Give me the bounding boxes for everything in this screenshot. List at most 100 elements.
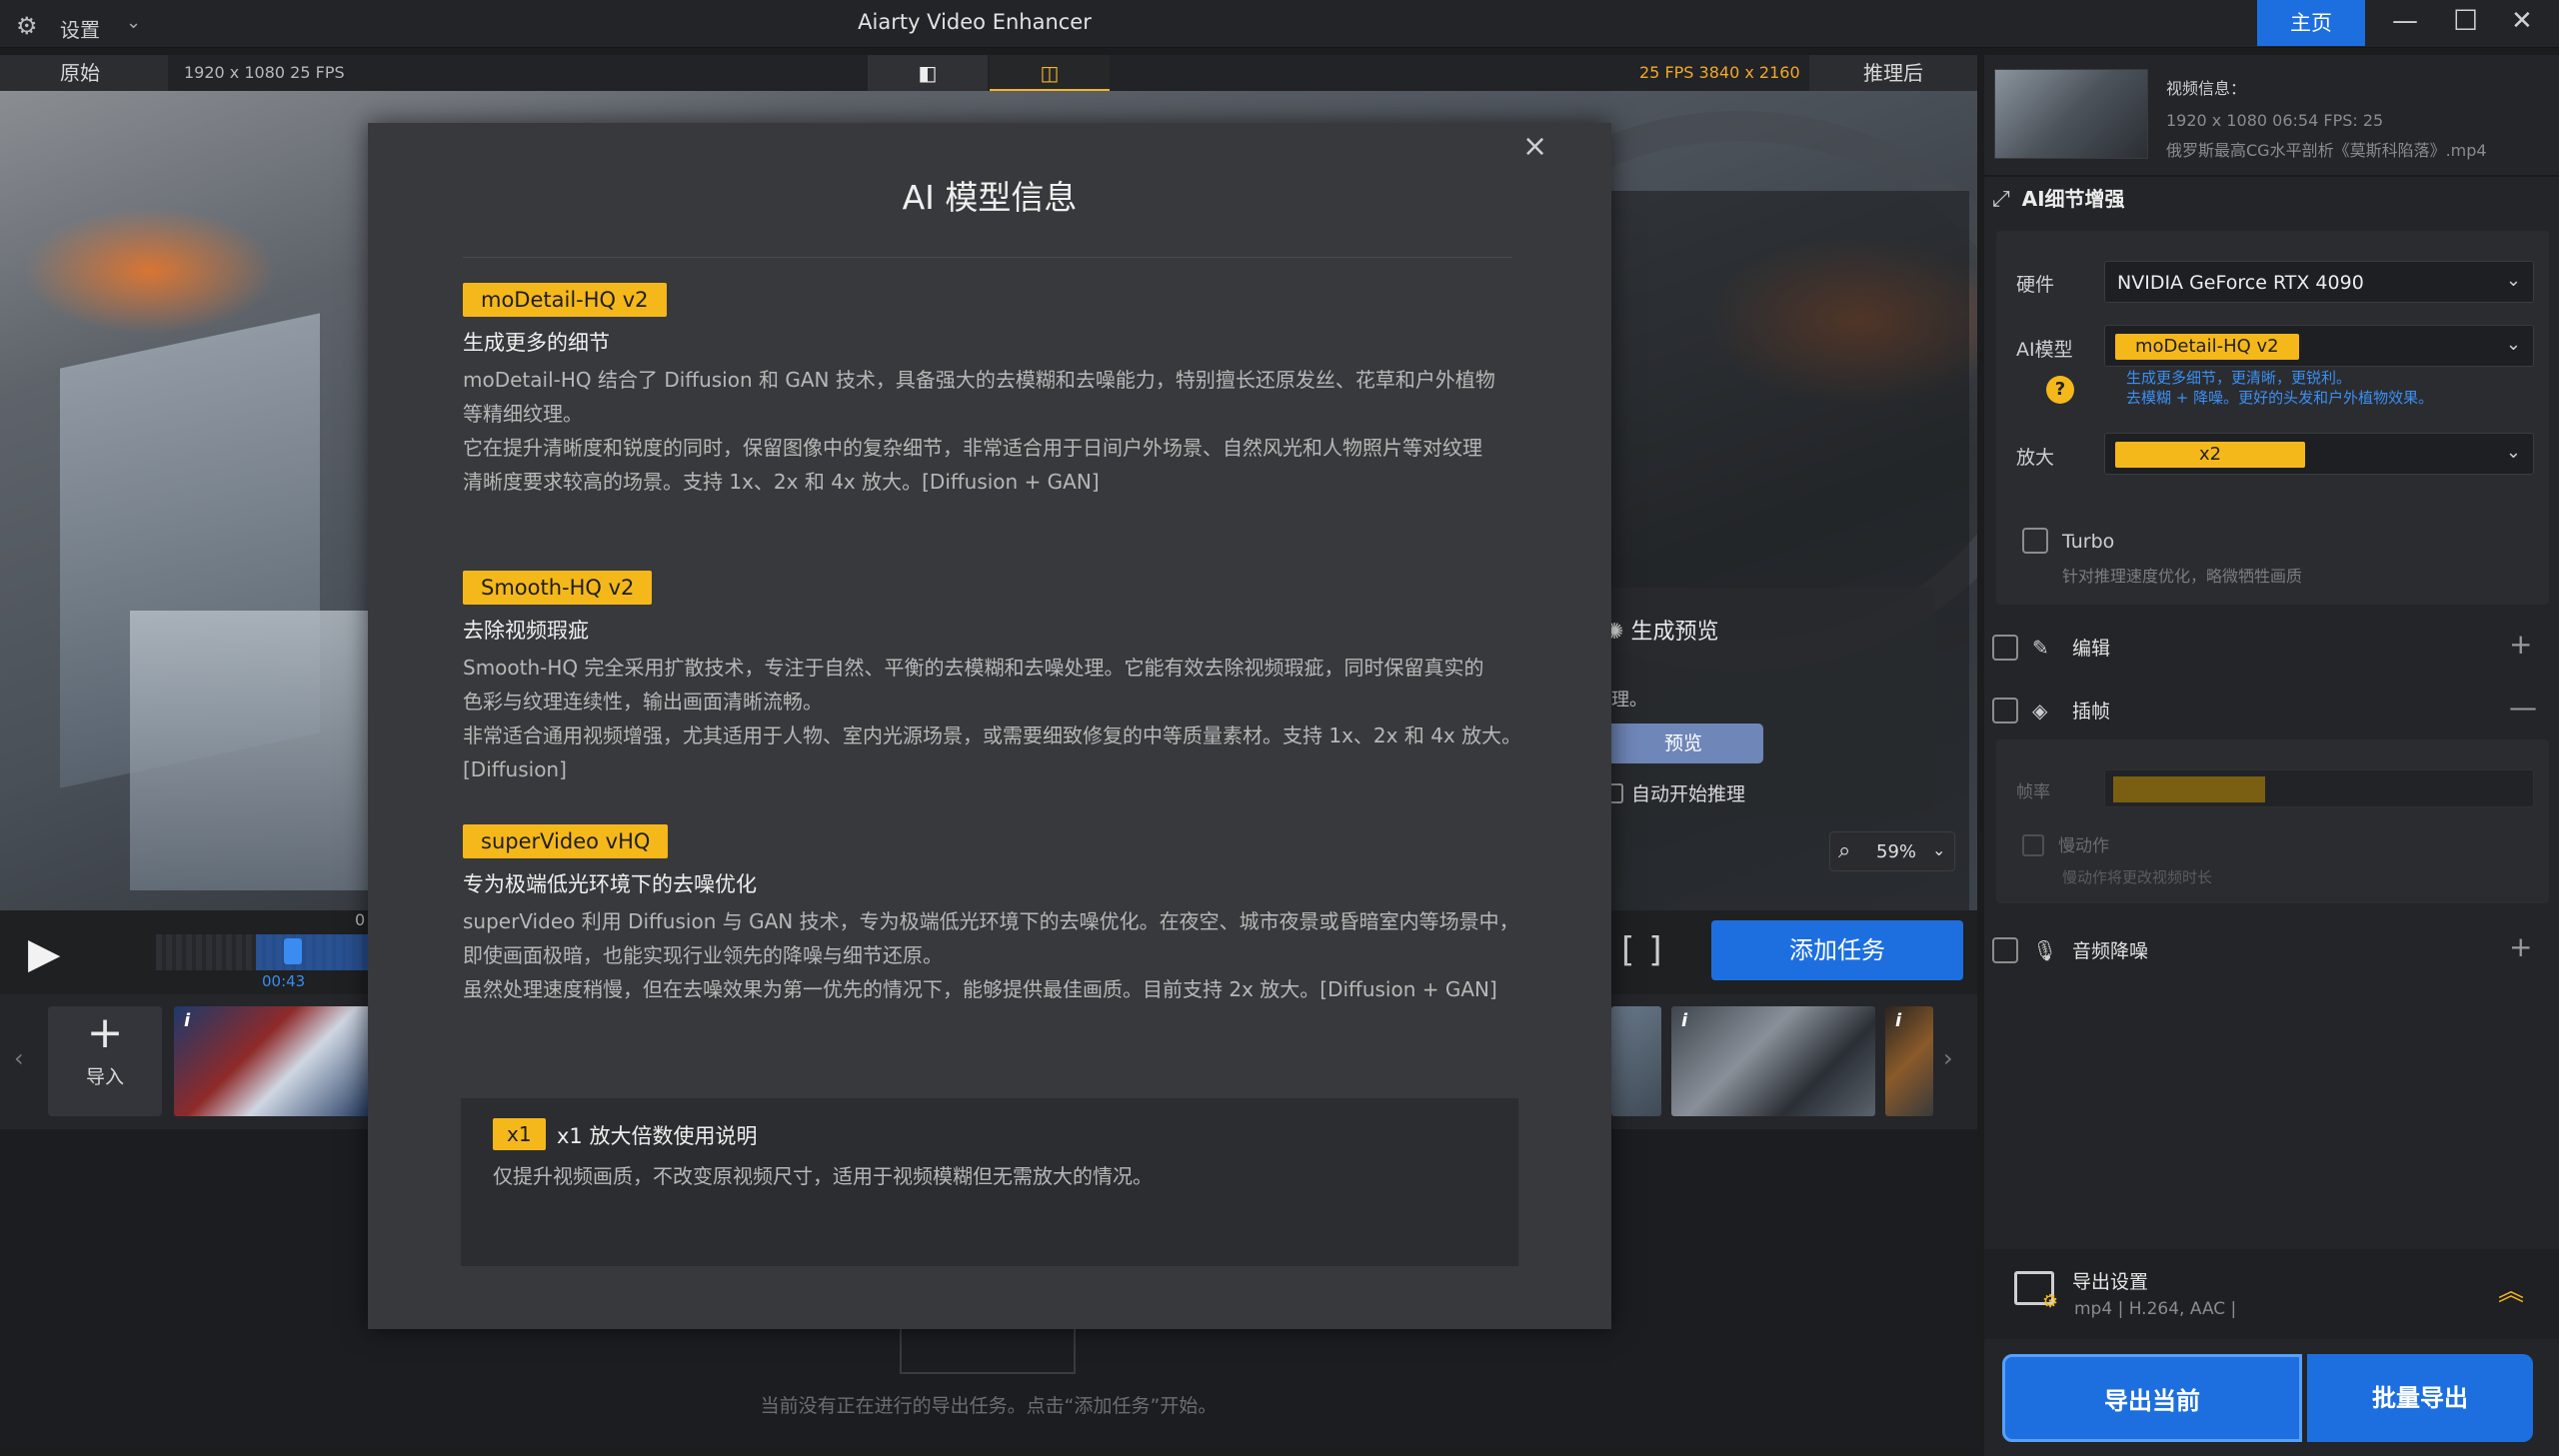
zoom-icon: ⌕ xyxy=(1838,838,1851,863)
video-meta: 1920 x 1080 06:54 FPS: 25 xyxy=(2166,111,2384,130)
generate-preview-desc: 理。 xyxy=(1611,690,1647,711)
export-current-button[interactable]: 导出当前 xyxy=(2002,1354,2302,1442)
trim-brackets-icon[interactable]: [] xyxy=(1621,930,1676,970)
tab-original[interactable]: 原始 xyxy=(0,55,168,91)
tab-after-inference[interactable]: 推理后 xyxy=(1809,55,1977,91)
model-description: superVideo 利用 Diffusion 与 GAN 技术，专为极端低光环… xyxy=(463,904,1542,1006)
edit-feature-row[interactable]: ✎ 编辑 xyxy=(1992,634,2110,661)
zoom-select[interactable]: ⌕ 59% ⌄ xyxy=(1829,831,1955,871)
auto-start-checkbox[interactable]: 自动开始推理 xyxy=(1603,779,1745,806)
ai-model-label: AI模型 xyxy=(2016,339,2073,361)
add-task-button[interactable]: 添加任务 xyxy=(1711,920,1963,980)
frame-rate-label: 帧率 xyxy=(2016,782,2050,802)
model-description-line: moDetail-HQ 结合了 Diffusion 和 GAN 技术，具备强大的… xyxy=(463,368,1495,392)
import-button[interactable]: + 导入 xyxy=(48,1006,162,1116)
timeline-tick: 0 xyxy=(355,910,366,929)
checkbox-icon[interactable] xyxy=(1992,635,2018,661)
expand-plus-icon[interactable]: + xyxy=(2509,930,2532,963)
minimize-icon[interactable]: — xyxy=(2392,6,2418,36)
slow-motion-label: 慢动作 xyxy=(2058,836,2109,856)
ai-model-description: 生成更多细节，更清晰，更锐利。 去模糊 + 降噪。更好的头发和户外植物效果。 xyxy=(2126,368,2433,408)
model-subtitle: 生成更多的细节 xyxy=(463,331,610,355)
help-icon[interactable]: ? xyxy=(2046,376,2074,404)
import-label: 导入 xyxy=(85,1066,124,1088)
playhead-handle[interactable] xyxy=(284,938,302,964)
collapse-minus-icon[interactable]: — xyxy=(2509,691,2537,724)
close-icon[interactable]: × xyxy=(1522,129,1547,164)
model-description-line: 虽然处理速度稍慢，但在去噪效果为第一优先的情况下，能够提供最佳画质。目前支持 2… xyxy=(463,977,1497,1001)
single-view-toggle-icon[interactable]: ◧ xyxy=(868,55,988,91)
interpolation-label: 插帧 xyxy=(2072,701,2111,723)
model-description: moDetail-HQ 结合了 Diffusion 和 GAN 技术，具备强大的… xyxy=(463,363,1542,499)
ai-model-desc-line: 去模糊 + 降噪。更好的头发和户外植物效果。 xyxy=(2126,389,2434,407)
video-info-label: 视频信息： xyxy=(2166,79,2247,98)
model-description-line: [Diffusion] xyxy=(463,757,567,781)
auto-start-label: 自动开始推理 xyxy=(1631,783,1746,805)
scale-tag: x2 xyxy=(2115,442,2305,468)
ai-model-desc-line: 生成更多细节，更清晰，更锐利。 xyxy=(2126,369,2352,387)
checkbox-icon[interactable] xyxy=(1992,937,2018,963)
video-thumbnail[interactable] xyxy=(1611,1006,1661,1116)
microphone-icon: 🎙 xyxy=(2032,938,2058,962)
checkbox-icon[interactable] xyxy=(1992,698,2018,724)
x1-tag: x1 xyxy=(493,1118,546,1150)
audio-denoise-label: 音频降噪 xyxy=(2072,940,2149,962)
split-view-toggle-icon[interactable]: ◫ xyxy=(990,55,1110,91)
play-icon[interactable]: ▶ xyxy=(28,928,60,977)
model-description-line: superVideo 利用 Diffusion 与 GAN 技术，专为极端低光环… xyxy=(463,909,1519,933)
checkbox-icon xyxy=(2022,834,2044,856)
model-tag: Smooth-HQ v2 xyxy=(463,571,653,605)
original-info: 1920 x 1080 25 FPS xyxy=(184,63,345,82)
expand-plus-icon[interactable]: + xyxy=(2509,628,2532,661)
model-tag: moDetail-HQ v2 xyxy=(463,283,667,317)
turbo-checkbox[interactable]: Turbo xyxy=(2022,528,2114,554)
checkbox-icon[interactable] xyxy=(2022,528,2048,554)
info-icon[interactable]: i xyxy=(184,1010,190,1031)
turbo-label: Turbo xyxy=(2062,531,2115,553)
preview-button[interactable]: 预览 xyxy=(1603,724,1763,763)
model-entry-modetail: moDetail-HQ v2 生成更多的细节 moDetail-HQ 结合了 D… xyxy=(463,283,1542,499)
interpolation-feature-row[interactable]: ◈ 插帧 xyxy=(1992,697,2110,724)
divider xyxy=(463,257,1512,258)
ai-model-select[interactable]: moDetail-HQ v2 ⌄ xyxy=(2104,325,2534,367)
gear-icon: ⚙ xyxy=(2042,1291,2059,1312)
double-chevron-up-icon[interactable]: ︽ xyxy=(2498,1271,2524,1308)
scale-select[interactable]: x2 ⌄ xyxy=(2104,433,2534,475)
model-tag: superVideo vHQ xyxy=(463,824,669,858)
batch-export-button[interactable]: 批量导出 xyxy=(2307,1354,2533,1442)
export-settings[interactable]: ⚙ 导出设置 mp4 | H.264, AAC | ︽ xyxy=(1984,1249,2559,1339)
model-description-line: 它在提升清晰度和锐度的同时，保留图像中的复杂细节，非常适合用于日间户外场景、自然… xyxy=(463,436,1482,460)
timeline-selection[interactable] xyxy=(256,934,376,970)
maximize-icon[interactable]: ☐ xyxy=(2453,4,2478,37)
app-title: Aiarty Video Enhancer xyxy=(858,10,1092,34)
info-icon[interactable]: i xyxy=(1895,1010,1901,1031)
chevron-down-icon: ⌄ xyxy=(2505,442,2521,463)
video-thumbnail[interactable]: i xyxy=(1885,1006,1933,1116)
home-button[interactable]: 主页 xyxy=(2257,0,2365,46)
chevron-down-icon: ⌄ xyxy=(1932,840,1946,859)
export-settings-title: 导出设置 xyxy=(2072,1271,2149,1293)
hardware-label: 硬件 xyxy=(2016,274,2055,296)
close-window-icon[interactable]: ✕ xyxy=(2511,6,2533,36)
plus-icon: + xyxy=(86,1007,124,1058)
slow-motion-checkbox: 慢动作 xyxy=(2022,831,2109,856)
chevron-right-icon[interactable]: › xyxy=(1943,1044,1953,1072)
video-filename: 俄罗斯最高CG水平剖析《莫斯科陷落》.mp4 xyxy=(2166,141,2487,160)
x1-title: x1 放大倍数使用说明 xyxy=(557,1124,758,1148)
hardware-select[interactable]: NVIDIA GeForce RTX 4090 ⌄ xyxy=(2104,261,2534,303)
model-description: Smooth-HQ 完全采用扩散技术，专注于自然、平衡的去模糊和去噪处理。它能有… xyxy=(463,651,1542,786)
generate-preview-title: ✺ 生成预览 xyxy=(1605,614,1718,646)
audio-denoise-feature-row[interactable]: 🎙 音频降噪 xyxy=(1992,936,2148,963)
title-bar: ⚙ 设置 ⌄ Aiarty Video Enhancer 主页 — ☐ ✕ xyxy=(0,0,2559,48)
chevron-left-icon[interactable]: ‹ xyxy=(14,1044,24,1072)
chevron-down-icon: ⌄ xyxy=(2505,270,2521,291)
video-thumbnail[interactable]: i xyxy=(174,1006,370,1116)
app-window: ⚙ 设置 ⌄ Aiarty Video Enhancer 主页 — ☐ ✕ 原始… xyxy=(0,0,2559,1456)
empty-queue-text: 当前没有正在进行的导出任务。点击“添加任务”开始。 xyxy=(760,1395,1218,1417)
timeline-scrubber[interactable] xyxy=(156,934,376,970)
ai-model-info-dialog: × AI 模型信息 moDetail-HQ v2 生成更多的细节 moDetai… xyxy=(368,123,1611,1329)
info-icon[interactable]: i xyxy=(1681,1010,1687,1031)
ai-model-tag: moDetail-HQ v2 xyxy=(2115,334,2299,360)
model-subtitle: 去除视频瑕疵 xyxy=(463,619,589,643)
video-thumbnail[interactable]: i xyxy=(1671,1006,1875,1116)
